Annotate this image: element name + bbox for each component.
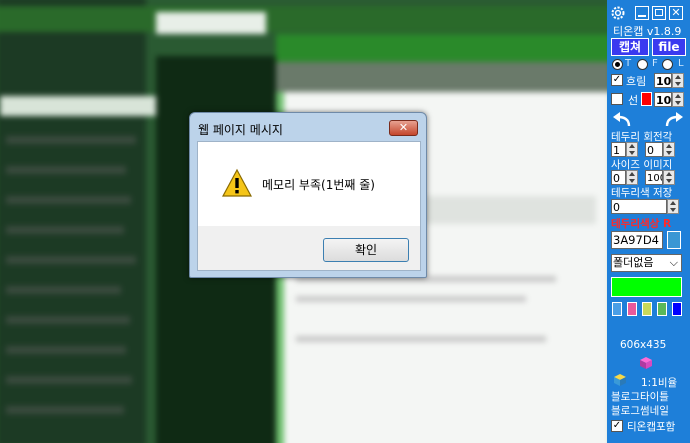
save-value[interactable]: 0	[611, 199, 667, 214]
border-color-save-label: 테두리색 저장	[611, 187, 673, 199]
web-page-message-dialog: 웹 페이지 메시지 ✕ 메모리 부족(1번째 줄) 확인	[189, 112, 427, 278]
line-checkbox[interactable]	[611, 93, 623, 105]
line-spinner[interactable]	[672, 92, 684, 107]
border-value[interactable]: 1	[611, 142, 626, 157]
minimize-button[interactable]	[635, 6, 649, 20]
blog-title-button[interactable]: 블로그타이틀	[611, 389, 669, 404]
radio-f[interactable]	[637, 59, 648, 70]
redo-arrow-icon[interactable]	[664, 112, 684, 128]
green-swatch[interactable]	[611, 277, 682, 297]
folder-select-value: 폴더없음	[613, 256, 654, 269]
size-value[interactable]: 0	[611, 170, 626, 185]
size-spinner[interactable]	[626, 170, 638, 185]
file-button-label: file	[658, 40, 680, 54]
ratio-button[interactable]: 1:1비율	[641, 375, 677, 390]
ok-button[interactable]: 확인	[323, 238, 409, 262]
rotate-value[interactable]: 0	[645, 142, 663, 157]
gear-icon[interactable]	[610, 5, 626, 21]
chevron-down-icon: ⌵	[669, 256, 678, 269]
blog-thumbnail-button[interactable]: 블로그썸네일	[611, 403, 669, 418]
blur-value[interactable]: 10	[654, 73, 672, 88]
palette-swatch-5[interactable]	[672, 302, 682, 316]
file-button[interactable]: file	[652, 38, 686, 56]
dialog-message: 메모리 부족(1번째 줄)	[262, 178, 375, 192]
dimensions-readout: 606x435	[620, 339, 667, 351]
include-label: 티온캡포함	[627, 421, 676, 433]
line-value[interactable]: 10	[654, 92, 672, 107]
folder-select[interactable]: 폴더없음 ⌵	[611, 254, 682, 272]
radio-l[interactable]	[662, 59, 673, 70]
line-color-swatch[interactable]	[641, 92, 652, 106]
include-checkbox[interactable]: ✓	[611, 420, 623, 432]
capture-button-label: 캡쳐	[618, 40, 642, 54]
blur-label: 흐림	[626, 75, 647, 88]
palette-swatch-2[interactable]	[627, 302, 637, 316]
dialog-title: 웹 페이지 메시지	[198, 123, 283, 137]
border-color-label: 테두리색상 R	[611, 218, 672, 230]
image-value[interactable]: 100	[645, 170, 663, 185]
cube-icon[interactable]	[639, 356, 653, 370]
radio-l-label: L	[678, 58, 684, 69]
color-hex-input[interactable]: 3A97D4	[611, 231, 663, 249]
radio-t[interactable]	[612, 59, 623, 70]
palette-swatch-4[interactable]	[657, 302, 667, 316]
blur-checkbox[interactable]: ✓	[611, 74, 623, 86]
image-spinner[interactable]	[663, 170, 675, 185]
save-spinner[interactable]	[667, 199, 679, 214]
color-preview[interactable]	[667, 231, 681, 249]
close-button[interactable]: ✕	[669, 6, 683, 20]
dialog-close-button[interactable]: ✕	[389, 120, 418, 136]
line-label: 선	[628, 94, 639, 107]
tioncap-panel: ✕ 티온캡 v1.8.9 캡쳐 file T F L ✓ 흐림 10 선 10 …	[607, 0, 690, 443]
app-title: 티온캡 v1.8.9	[613, 25, 682, 38]
palette-swatch-3[interactable]	[642, 302, 652, 316]
capture-button[interactable]: 캡쳐	[611, 38, 649, 56]
maximize-button[interactable]	[652, 6, 666, 20]
undo-arrow-icon[interactable]	[612, 112, 632, 128]
box-icon[interactable]	[613, 373, 627, 387]
radio-f-label: F	[652, 58, 658, 69]
warning-icon	[221, 168, 253, 197]
radio-t-label: T	[625, 58, 632, 69]
blur-spinner[interactable]	[672, 73, 684, 88]
rotate-spinner[interactable]	[663, 142, 675, 157]
border-spinner[interactable]	[626, 142, 638, 157]
palette-swatch-1[interactable]	[612, 302, 622, 316]
